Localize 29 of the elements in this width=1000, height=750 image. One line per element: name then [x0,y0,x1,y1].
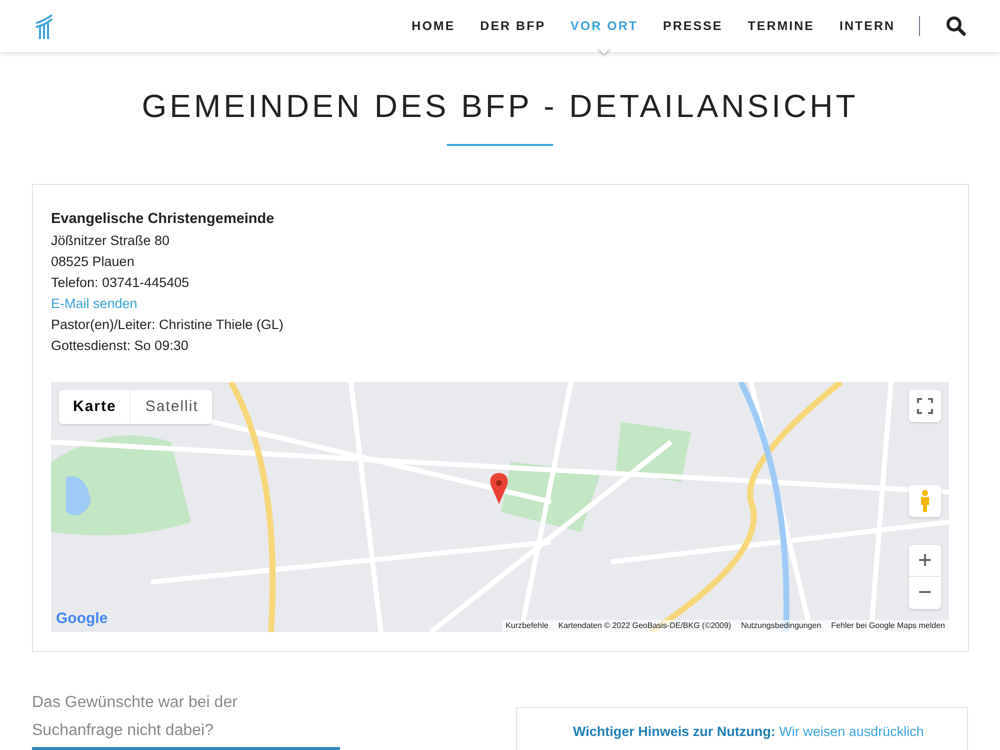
attribution-link[interactable]: Kurzbefehle [506,620,548,632]
nav-link[interactable]: HOME [412,19,456,33]
nav-link[interactable]: INTERN [839,19,895,33]
map-logo: Google [56,608,108,628]
zoom-in-button[interactable]: + [909,545,941,577]
attribution-link[interactable]: Nutzungsbedingungen [741,620,822,632]
fullscreen-button[interactable] [909,390,941,422]
address-line: Jößnitzer Straße 80 [51,232,170,250]
logo-icon[interactable] [34,13,54,39]
nav-link[interactable]: DER BFP [480,19,546,33]
address-line: Telefon: 03741-445405 [51,274,190,292]
map-type-tab[interactable]: Karte [59,390,130,424]
nav-link[interactable]: TERMINE [748,19,814,33]
attribution-link[interactable]: Fehler bei Google Maps melden [831,620,945,632]
pegman-icon [919,490,931,512]
nav-link[interactable]: PRESSE [663,19,723,33]
church-name: Evangelische Christengemeinde [51,210,276,229]
search-hint-text: Das Gewünschte war bei der Suchanfrage nicht dabei? [32,693,238,741]
address-line: 08525 Plauen [51,253,134,271]
zoom-out-button[interactable]: − [909,577,941,609]
address-line: Gottesdienst: So 09:30 [51,337,188,355]
search-icon[interactable] [946,16,966,36]
fullscreen-icon [917,398,933,414]
address-line: Pastor(en)/Leiter: Christine Thiele (GL) [51,316,284,334]
page-title: GEMEINDEN DES BFP - DETAILANSICHT [142,87,858,126]
notice-text: Wichtiger Hinweis zur Nutzung: Wir weisen ausdrücklich [573,723,925,741]
map-view[interactable]: Karte Satellit + − Google Kurzbefehle Kartendaten © 2022 GeoBasis-DE/BKG (©2009) Nutzungsbedingungen Fehler bei Google Maps melden [51,382,949,632]
map-type-tab[interactable]: Satellit [130,390,212,424]
attribution-link[interactable]: Kartendaten © 2022 GeoBasis-DE/BKG (©2009) [558,620,732,632]
